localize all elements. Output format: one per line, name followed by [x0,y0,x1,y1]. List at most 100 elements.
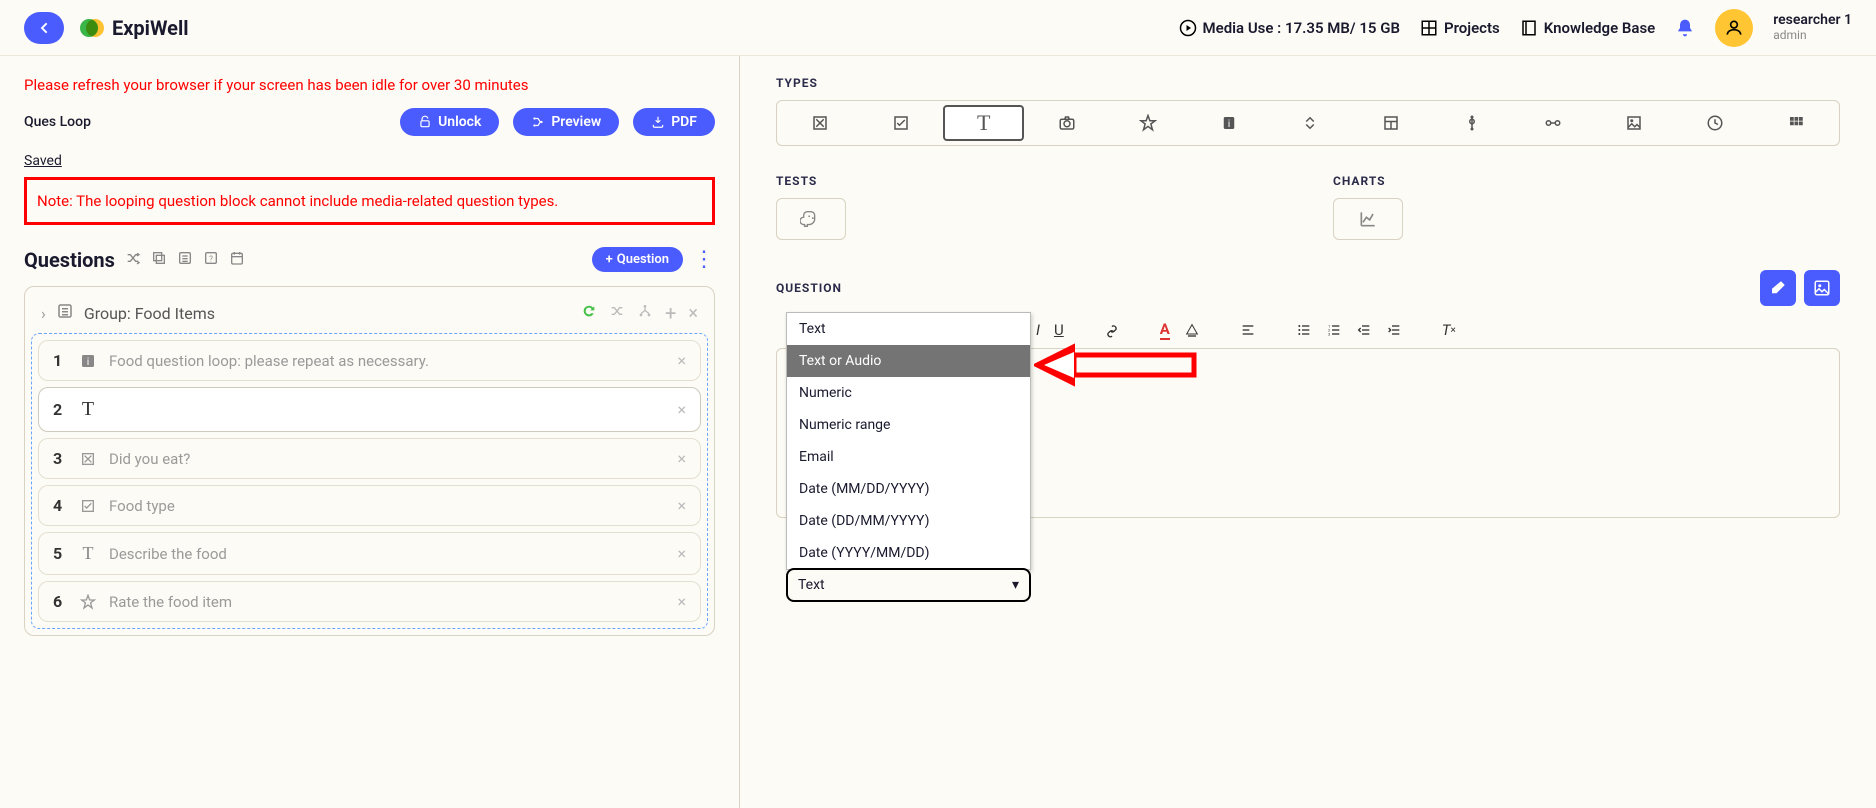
type-clock[interactable] [1677,105,1754,141]
type-checkbox-check[interactable] [862,105,939,141]
clear-format-button[interactable]: T× [1442,321,1456,339]
close-icon[interactable]: × [677,449,686,468]
bell-icon [1675,18,1695,38]
saved-status[interactable]: Saved [24,153,62,169]
type-camera[interactable] [1028,105,1105,141]
question-row[interactable]: 5 T Describe the food × [38,532,701,575]
brand-name: ExpiWell [112,16,189,40]
eraser-button[interactable] [1760,270,1796,306]
type-expand[interactable] [1271,105,1348,141]
branch-icon [531,115,545,129]
type-info[interactable]: i [1190,105,1267,141]
question-row[interactable]: 3 Did you eat? × [38,438,701,479]
text-subtype-dropdown[interactable]: Text Text or Audio Numeric Numeric range… [786,312,1031,570]
align-button[interactable] [1240,322,1256,338]
charts-option[interactable] [1333,198,1403,240]
dropdown-option[interactable]: Text [787,313,1030,345]
numbered-list-button[interactable]: 123 [1326,322,1342,338]
eraser-icon [1769,279,1787,297]
unlock-button[interactable]: Unlock [400,108,499,136]
close-icon[interactable]: × [677,400,686,419]
unlock-icon [418,115,432,129]
link-button[interactable] [1104,322,1120,338]
dropdown-option[interactable]: Date (YYYY/MM/DD) [787,537,1030,569]
type-grid[interactable] [1758,105,1835,141]
copy-icon[interactable] [151,250,167,270]
pdf-button[interactable]: PDF [633,108,715,136]
dropdown-option[interactable]: Text or Audio [787,345,1030,377]
question-row[interactable]: 6 Rate the food item × [38,581,701,622]
dropdown-option[interactable]: Date (DD/MM/YYYY) [787,505,1030,537]
calendar-icon[interactable] [229,250,245,270]
indent-button[interactable] [1386,322,1402,338]
type-layout[interactable] [1353,105,1430,141]
image-icon [1813,279,1831,297]
group-card: › Group: Food Items [24,286,715,636]
type-checkbox-x[interactable] [781,105,858,141]
dropdown-option[interactable]: Numeric [787,377,1030,409]
underline-button[interactable]: U [1054,321,1064,339]
dropdown-option[interactable]: Email [787,441,1030,473]
brain-icon [800,208,822,230]
dropdown-option[interactable]: Numeric range [787,409,1030,441]
italic-button[interactable]: I [1036,321,1040,339]
close-icon[interactable]: × [677,351,686,370]
svg-text:?: ? [209,254,213,263]
questions-menu-button[interactable]: ⋮ [693,254,715,265]
charts-label: CHARTS [1333,174,1840,188]
info-icon: i [79,352,97,370]
group-label: Group: Food Items [84,304,571,323]
bullet-list-button[interactable] [1296,322,1312,338]
knowledge-base-link[interactable]: Knowledge Base [1520,19,1655,37]
add-question-button[interactable]: + Question [592,247,683,272]
branch-icon[interactable] [637,303,653,323]
dropdown-option[interactable]: Date (MM/DD/YYYY) [787,473,1030,505]
highlight-button[interactable] [1184,322,1200,338]
text-subtype-select[interactable]: Text ▾ [786,568,1031,602]
logo-icon [80,16,104,40]
list-icon[interactable] [177,250,193,270]
text-type-icon: T [79,543,97,564]
type-image[interactable] [1596,105,1673,141]
questions-title: Questions [24,248,115,272]
chevron-right-icon[interactable]: › [41,304,46,323]
projects-link[interactable]: Projects [1420,19,1500,37]
question-row[interactable]: 1 i Food question loop: please repeat as… [38,340,701,381]
type-link[interactable] [1515,105,1592,141]
type-star[interactable] [1109,105,1186,141]
user-icon [1724,18,1744,38]
types-bar: T i [776,100,1840,146]
list-icon [56,302,74,324]
svg-text:i: i [1228,117,1231,130]
notifications-bell[interactable] [1675,18,1695,38]
image-button[interactable] [1804,270,1840,306]
chevron-down-icon: ▾ [1012,577,1019,593]
media-use-indicator: Media Use : 17.35 MB/ 15 GB [1179,19,1400,37]
close-icon[interactable]: × [677,544,686,563]
outdent-button[interactable] [1356,322,1372,338]
user-avatar[interactable] [1715,9,1753,47]
type-text[interactable]: T [943,105,1024,141]
close-icon[interactable]: × [677,496,686,515]
type-slider[interactable] [1434,105,1511,141]
checkbox-x-icon [79,451,97,467]
media-use-text: Media Use : 17.35 MB/ 15 GB [1203,19,1400,37]
text-color-button[interactable]: A [1160,320,1170,340]
user-role: admin [1773,29,1852,42]
brand-logo[interactable]: ExpiWell [80,16,189,40]
preview-button[interactable]: Preview [513,108,619,136]
help-icon[interactable]: ? [203,250,219,270]
question-label: QUESTION [776,281,1752,295]
close-icon[interactable]: × [688,303,698,324]
tests-label: TESTS [776,174,1283,188]
refresh-icon[interactable] [581,303,597,323]
close-icon[interactable]: × [677,592,686,611]
add-icon[interactable]: + [665,301,676,325]
question-row[interactable]: 4 Food type × [38,485,701,526]
tests-option[interactable] [776,198,846,240]
shuffle-icon[interactable] [125,250,141,270]
back-button[interactable] [24,12,64,44]
question-row[interactable]: 2 T × [38,387,701,432]
book-icon [1520,19,1538,37]
shuffle-icon[interactable] [609,303,625,323]
